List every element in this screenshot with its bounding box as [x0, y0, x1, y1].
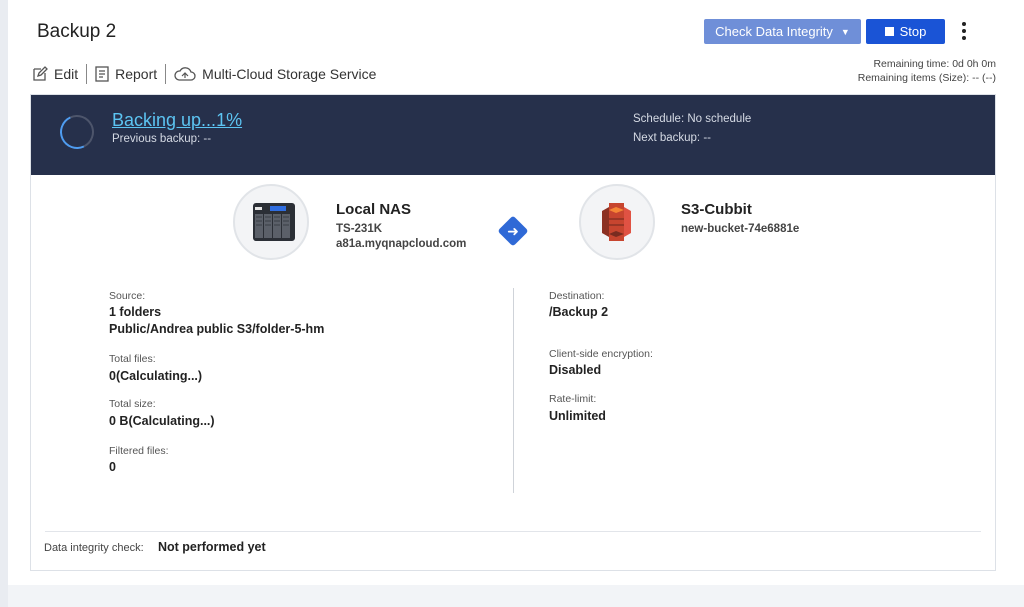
edit-button[interactable]: Edit	[32, 66, 78, 82]
stop-label: Stop	[899, 24, 927, 39]
details-divider	[513, 288, 514, 493]
backup-job-card: Backing up...1% Previous backup: -- Sche…	[30, 94, 996, 571]
rate-limit-value: Unlimited	[549, 409, 606, 423]
report-icon	[95, 66, 109, 82]
stop-button[interactable]: Stop	[866, 19, 945, 44]
total-files-value: 0(Calculating...)	[109, 369, 203, 383]
stop-icon	[884, 27, 894, 36]
toolbar-divider	[86, 64, 88, 84]
backup-status-link[interactable]: Backing up...1%	[112, 110, 242, 131]
remaining-items: Remaining items (Size): -- (--)	[857, 72, 996, 84]
source-path: Public/Andrea public S3/folder-5-hm	[109, 322, 325, 336]
footer-divider	[45, 531, 981, 532]
schedule: Schedule: No schedule	[633, 113, 752, 125]
remaining-info: Remaining time: 0d 0h 0m Remaining items…	[858, 57, 996, 85]
toolbar: Edit Report Multi-Cloud Storage Service	[32, 64, 376, 84]
report-label: Report	[115, 66, 158, 82]
report-button[interactable]: Report	[95, 66, 157, 82]
source-label: Source:	[109, 290, 146, 302]
loading-spinner-icon	[55, 110, 99, 154]
dest-bucket: new-bucket-74e6881e	[681, 223, 800, 235]
filtered-files-value: 0	[109, 460, 116, 474]
chevron-down-icon[interactable]: ▼	[841, 27, 850, 37]
schedule-info: Schedule: No schedule Next backup: --	[633, 110, 751, 148]
integrity-check-label: Data integrity check:	[44, 542, 144, 554]
cloud-sync-icon	[174, 67, 196, 81]
check-data-integrity-label: Check Data Integrity	[715, 24, 833, 39]
rate-limit-label: Rate-limit:	[549, 393, 597, 405]
total-size-value: 0 B(Calculating...)	[109, 414, 215, 428]
s3-bucket-circle	[579, 184, 655, 260]
status-banner: Backing up...1% Previous backup: -- Sche…	[31, 95, 995, 175]
multi-cloud-button[interactable]: Multi-Cloud Storage Service	[174, 66, 376, 82]
remaining-time: Remaining time: 0d 0h 0m	[873, 58, 996, 70]
dest-node-title: S3-Cubbit	[681, 201, 752, 218]
left-rail	[0, 0, 8, 607]
s3-bucket-icon	[602, 203, 631, 241]
filtered-files-label: Filtered files:	[109, 445, 169, 457]
next-backup: Next backup: --	[633, 132, 711, 144]
multi-cloud-label: Multi-Cloud Storage Service	[202, 66, 377, 82]
more-options-icon[interactable]	[958, 20, 970, 42]
encryption-value: Disabled	[549, 363, 602, 377]
edit-label: Edit	[54, 66, 79, 82]
nas-device-circle	[233, 184, 309, 260]
destination-label: Destination:	[549, 290, 605, 302]
previous-backup: Previous backup: --	[112, 133, 212, 145]
nas-model: TS-231K	[336, 223, 383, 235]
check-data-integrity-button[interactable]: Check Data Integrity ▼	[704, 19, 861, 44]
bottom-band	[8, 585, 1024, 607]
total-files-label: Total files:	[109, 353, 156, 365]
toolbar-divider	[165, 64, 167, 84]
integrity-check-value: Not performed yet	[158, 540, 266, 554]
destination-value: /Backup 2	[549, 305, 609, 319]
encryption-label: Client-side encryption:	[549, 348, 653, 360]
nas-device-icon	[253, 203, 295, 241]
source-node-details: TS-231K a81a.myqnapcloud.com	[336, 222, 466, 252]
source-node-title: Local NAS	[336, 201, 412, 218]
source-value: 1 folders Public/Andrea public S3/folder…	[109, 304, 324, 338]
edit-icon	[33, 66, 48, 81]
total-size-label: Total size:	[109, 398, 156, 410]
nas-host: a81a.myqnapcloud.com	[336, 238, 467, 250]
source-folder-count: 1 folders	[109, 305, 162, 319]
page-title: Backup 2	[37, 21, 117, 42]
arrow-right-icon	[497, 215, 529, 247]
